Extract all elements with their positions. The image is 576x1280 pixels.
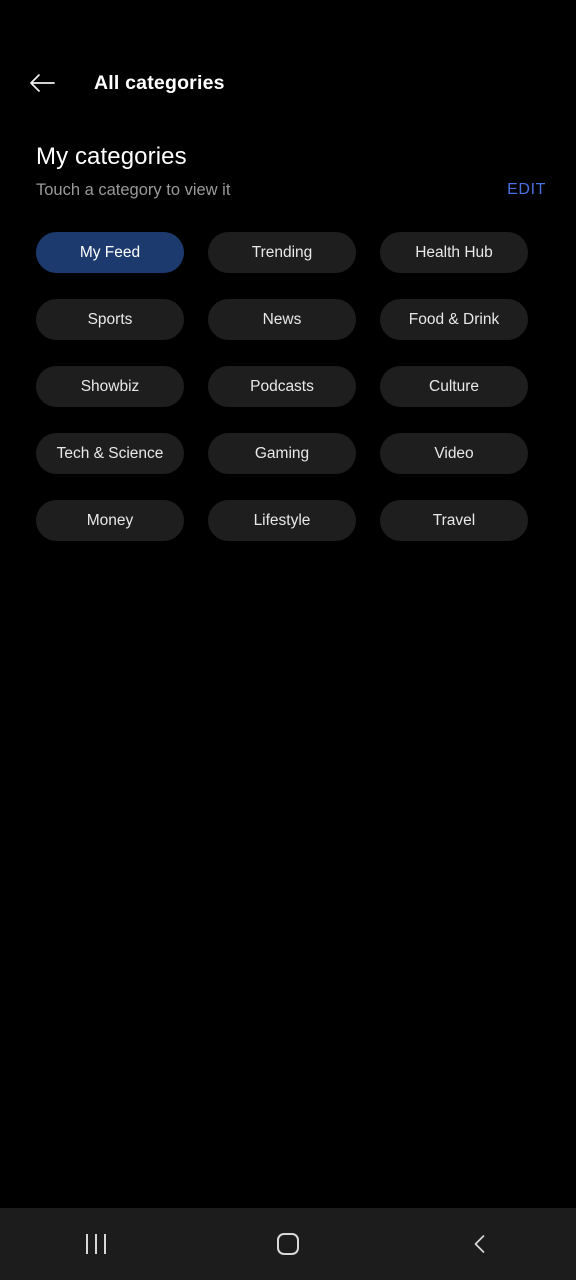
status-bar (0, 0, 576, 50)
app-bar: All categories (0, 50, 576, 116)
home-button[interactable] (192, 1208, 384, 1280)
arrow-left-icon[interactable] (14, 55, 70, 111)
category-chip[interactable]: Podcasts (208, 366, 356, 407)
section-heading: My categories (36, 143, 187, 170)
section-header: My categories Touch a category to view i… (0, 143, 576, 213)
back-chevron-icon (474, 1235, 485, 1253)
category-chip[interactable]: Money (36, 500, 184, 541)
category-chip[interactable]: Culture (380, 366, 528, 407)
category-chip[interactable]: News (208, 299, 356, 340)
category-chip[interactable]: Food & Drink (380, 299, 528, 340)
edit-button[interactable]: EDIT (499, 177, 554, 203)
category-chip[interactable]: Showbiz (36, 366, 184, 407)
category-chip[interactable]: Health Hub (380, 232, 528, 273)
category-chip[interactable]: Trending (208, 232, 356, 273)
section-subheading: Touch a category to view it (36, 181, 231, 199)
category-chip[interactable]: Tech & Science (36, 433, 184, 474)
category-chip[interactable]: Travel (380, 500, 528, 541)
categories-grid: My Feed Trending Health Hub Sports News … (36, 232, 540, 541)
android-navigation-bar (0, 1208, 576, 1280)
category-chip[interactable]: Lifestyle (208, 500, 356, 541)
category-chip[interactable]: Video (380, 433, 528, 474)
phone-screen: All categories My categories Touch a cat… (0, 0, 576, 1280)
category-chip[interactable]: Sports (36, 299, 184, 340)
page-title: All categories (94, 71, 225, 94)
recents-button[interactable] (0, 1208, 192, 1280)
recents-icon (86, 1234, 106, 1254)
category-chip[interactable]: My Feed (36, 232, 184, 273)
home-icon (277, 1233, 299, 1255)
category-chip[interactable]: Gaming (208, 433, 356, 474)
back-button[interactable] (384, 1208, 576, 1280)
